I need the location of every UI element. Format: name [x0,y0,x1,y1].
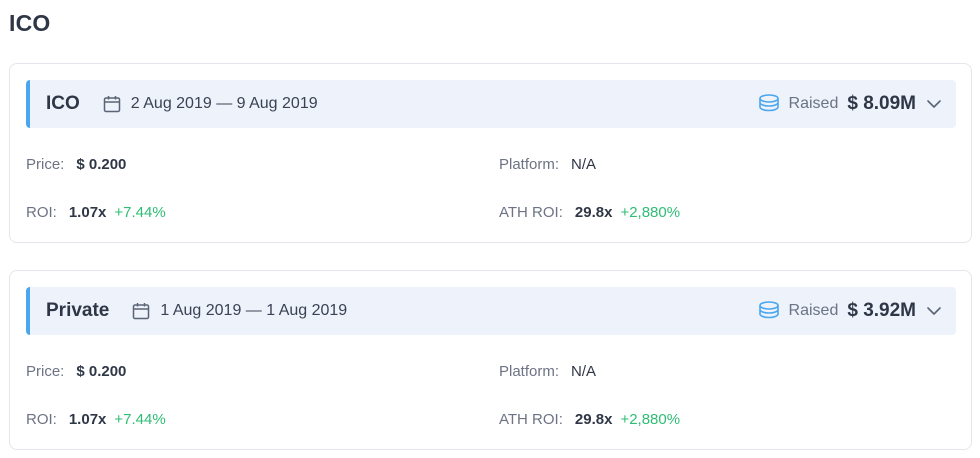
platform-value: N/A [571,363,597,380]
raised-label: Raised [788,95,839,112]
price-value: $ 0.200 [76,363,127,380]
raised-label: Raised [788,302,839,319]
platform-label: Platform: [499,156,560,173]
round-card-private: Private 1 Aug 2019 — 1 Aug 2019 Raised $… [9,270,972,450]
round-name: ICO [46,93,80,114]
price-value: $ 0.200 [76,156,127,173]
coins-icon [757,93,781,115]
roi-label: ROI: [26,411,57,428]
roi-change: +7.44% [114,204,166,221]
ath-roi-value: 29.8x [574,411,613,428]
roi-row: ROI: 1.07x +7.44% [26,411,166,428]
round-dates: 1 Aug 2019 — 1 Aug 2019 [160,302,348,319]
chevron-down-icon[interactable] [926,96,942,112]
ath-roi-row: ATH ROI: 29.8x +2,880% [499,204,680,221]
raised-value: $ 8.09M [847,93,916,114]
calendar-icon [102,94,122,114]
price-row: Price: $ 0.200 [26,156,126,173]
chevron-down-icon[interactable] [926,303,942,319]
price-label: Price: [26,363,65,380]
platform-row: Platform: N/A [499,156,596,173]
roi-change: +7.44% [114,411,166,428]
coins-icon [757,300,781,322]
platform-row: Platform: N/A [499,363,596,380]
round-name: Private [46,300,110,321]
round-header[interactable]: ICO 2 Aug 2019 — 9 Aug 2019 Raised $ 8.0… [26,80,956,128]
ath-roi-row: ATH ROI: 29.8x +2,880% [499,411,680,428]
ath-roi-label: ATH ROI: [499,411,563,428]
platform-value: N/A [571,156,597,173]
roi-value: 1.07x [68,204,107,221]
round-card-ico: ICO 2 Aug 2019 — 9 Aug 2019 Raised $ 8.0… [9,63,972,243]
price-label: Price: [26,156,65,173]
calendar-icon [131,301,151,321]
ath-roi-change: +2,880% [620,204,681,221]
round-dates: 2 Aug 2019 — 9 Aug 2019 [130,95,318,112]
roi-value: 1.07x [68,411,107,428]
round-header[interactable]: Private 1 Aug 2019 — 1 Aug 2019 Raised $… [26,287,956,335]
price-row: Price: $ 0.200 [26,363,126,380]
ath-roi-change: +2,880% [620,411,681,428]
platform-label: Platform: [499,363,560,380]
raised-value: $ 3.92M [847,300,916,321]
page-title: ICO [9,10,51,36]
roi-row: ROI: 1.07x +7.44% [26,204,166,221]
ath-roi-label: ATH ROI: [499,204,563,221]
ath-roi-value: 29.8x [574,204,613,221]
roi-label: ROI: [26,204,57,221]
